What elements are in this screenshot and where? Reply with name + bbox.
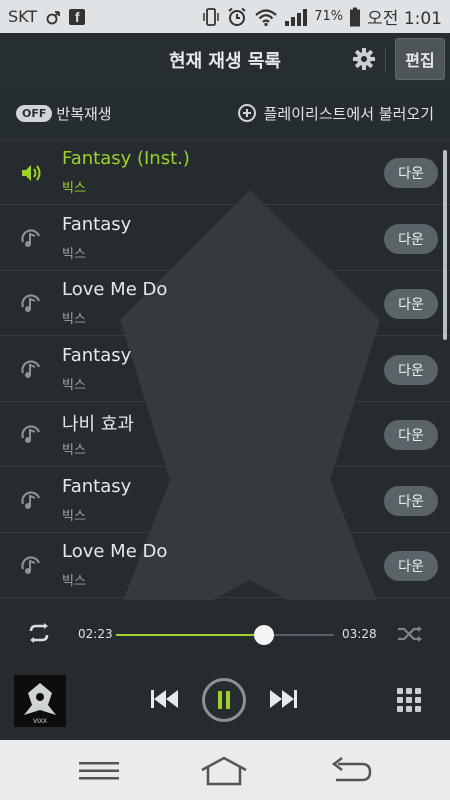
wifi-icon (255, 8, 277, 26)
song-title: Love Me Do (62, 279, 168, 300)
prev-icon[interactable] (150, 688, 180, 710)
song-artist: 빅스 (62, 312, 86, 327)
song-artist: 빅스 (62, 508, 86, 524)
app-header: 현재 재생 목록 편집 (0, 33, 450, 87)
music-note-icon (21, 490, 41, 509)
music-note-icon (21, 425, 41, 443)
playlist[interactable]: Fantasy (Inst.) 빅스 다운 Fantasy 빅스 다운 Love Me Do… (0, 140, 450, 600)
download-button[interactable]: 다운 (384, 223, 438, 254)
download-button[interactable]: 다운 (384, 354, 438, 385)
seek-bar-fill (116, 634, 265, 636)
song-artist: 빅스 (62, 574, 86, 589)
battery-icon (350, 7, 361, 26)
song-artist: 빅스 (62, 443, 86, 458)
album-art-image: VIXX (14, 675, 66, 727)
playlist-row[interactable]: Fantasy 빅스 다운 (0, 468, 450, 533)
signal-icon (285, 8, 308, 26)
plus-circle-icon (237, 104, 256, 122)
song-artist: 빅스 (62, 246, 86, 262)
gender-icon (46, 10, 61, 24)
music-note-icon (21, 294, 41, 312)
song-artist: 빅스 (62, 377, 86, 393)
song-title: Fantasy (62, 475, 132, 497)
carrier-label: SKT (8, 7, 38, 26)
back-icon[interactable] (328, 756, 374, 786)
page-title: 현재 재생 목록 (169, 51, 281, 72)
playlist-scrollbar[interactable] (443, 150, 447, 340)
player-controls: 02:23 03:28 VIXX (0, 600, 450, 740)
load-playlist-label: 플레이리스트에서 불러오기 (263, 104, 434, 123)
download-button[interactable]: 다운 (384, 158, 438, 188)
seek-bar-knob[interactable] (254, 625, 275, 645)
playlist-toolbar: OFF 반복재생 플레이리스트에서 불러오기 (0, 87, 450, 140)
download-button[interactable]: 다운 (384, 551, 438, 581)
repeat-toggle[interactable]: OFF (16, 104, 53, 122)
battery-percent: 71% (314, 9, 344, 24)
elapsed-time: 02:23 (78, 627, 113, 641)
vibrate-icon (203, 7, 219, 26)
song-artist: 빅스 (62, 181, 86, 196)
facebook-icon: f (69, 8, 86, 25)
clock: 오전 1:01 (367, 9, 442, 29)
seek-bar[interactable] (116, 625, 334, 645)
song-title: Fantasy (62, 344, 132, 366)
next-icon[interactable] (268, 688, 298, 710)
alarm-icon (228, 7, 246, 26)
playlist-row[interactable]: Love Me Do 빅스 다운 (0, 271, 450, 336)
system-nav-bar (0, 740, 450, 800)
music-note-icon (21, 359, 41, 378)
album-art-text: VIXX (33, 719, 47, 725)
header-divider (385, 47, 386, 73)
song-title: Fantasy (62, 213, 132, 235)
music-note-icon (21, 556, 41, 574)
playlist-row[interactable]: Fantasy (Inst.) 빅스 다운 (0, 140, 450, 205)
music-note-icon (21, 228, 41, 247)
home-icon[interactable] (198, 756, 250, 786)
playlist-row[interactable]: Fantasy 빅스 다운 (0, 206, 450, 271)
grid-icon[interactable] (397, 688, 421, 712)
playlist-row[interactable]: 나비 효과빅스 다운 (0, 402, 450, 467)
download-button[interactable]: 다운 (384, 289, 438, 319)
song-title: 나비 효과 (62, 414, 134, 435)
pause-button[interactable] (202, 678, 246, 722)
menu-icon[interactable] (79, 761, 119, 781)
speaker-icon (22, 165, 41, 181)
duration-time: 03:28 (342, 627, 377, 641)
repeat-icon[interactable] (26, 622, 52, 644)
song-title: Love Me Do (62, 541, 168, 562)
song-title: Fantasy (Inst.) (62, 148, 190, 169)
playlist-row[interactable]: Love Me Do 빅스 다운 (0, 533, 450, 598)
download-button[interactable]: 다운 (384, 420, 438, 450)
repeat-label[interactable]: 반복재생 (56, 103, 111, 124)
playlist-row[interactable]: Fantasy 빅스 다운 (0, 337, 450, 402)
shuffle-icon[interactable] (396, 624, 424, 644)
pause-icon (218, 691, 230, 709)
download-button[interactable]: 다운 (384, 485, 438, 516)
album-art[interactable]: VIXX (14, 675, 66, 727)
gear-icon[interactable] (352, 47, 376, 71)
status-bar: SKT f 71% 오전 1:01 (0, 0, 450, 33)
edit-button[interactable]: 편집 (395, 38, 445, 80)
load-playlist-button[interactable]: 플레이리스트에서 불러오기 (237, 103, 434, 124)
